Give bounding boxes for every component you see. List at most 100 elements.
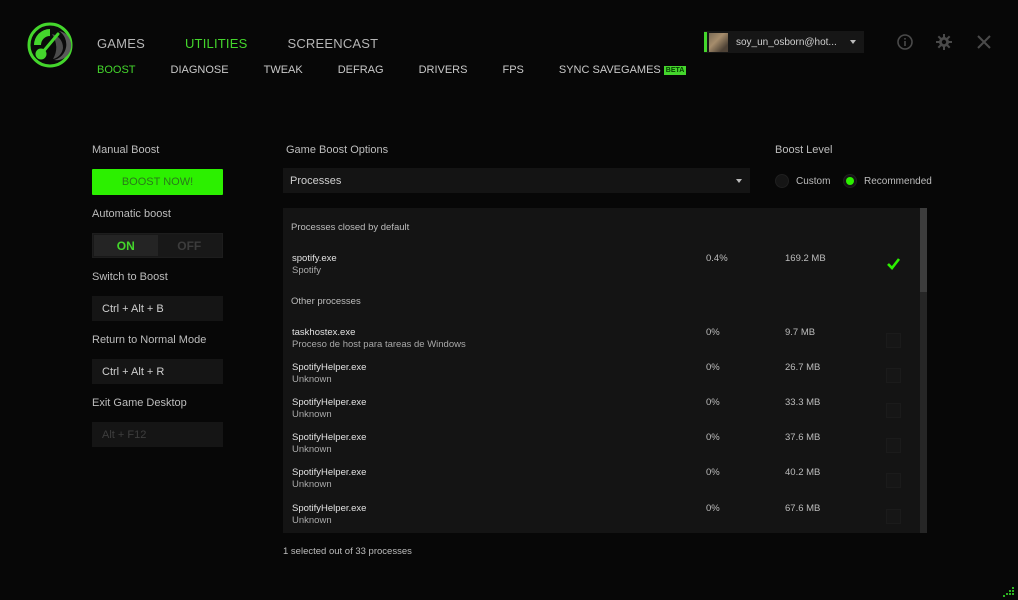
- return-normal-mode-label: Return to Normal Mode: [92, 334, 207, 346]
- subtab-boost[interactable]: BOOST: [97, 64, 136, 76]
- radio-label: Recommended: [864, 175, 932, 187]
- info-icon[interactable]: [896, 33, 914, 51]
- sub-nav: BOOST DIAGNOSE TWEAK DEFRAG DRIVERS FPS …: [97, 64, 721, 76]
- online-indicator: [704, 32, 707, 52]
- process-name: taskhostex.exe: [292, 327, 356, 338]
- process-checkbox[interactable]: [886, 473, 901, 488]
- gear-icon[interactable]: [935, 33, 953, 51]
- process-row[interactable]: SpotifyHelper.exe Unknown 0% 26.7 MB: [283, 362, 919, 394]
- subtab-label: SYNC SAVEGAMES: [558, 64, 661, 76]
- process-row[interactable]: SpotifyHelper.exe Unknown 0% 67.6 MB: [283, 503, 919, 533]
- switch-to-boost-label: Switch to Boost: [92, 271, 168, 283]
- boost-now-button[interactable]: BOOST NOW!: [92, 169, 223, 195]
- boost-level-title: Boost Level: [775, 144, 833, 156]
- process-description: Proceso de host para tareas de Windows: [292, 339, 466, 350]
- tab-games[interactable]: GAMES: [97, 36, 145, 51]
- process-memory: 37.6 MB: [785, 432, 821, 443]
- process-checkbox[interactable]: [886, 333, 901, 348]
- scrollbar-thumb[interactable]: [920, 208, 927, 292]
- process-memory: 169.2 MB: [785, 253, 826, 264]
- process-list-scrollbar[interactable]: [920, 208, 927, 533]
- process-name: SpotifyHelper.exe: [292, 397, 367, 408]
- selection-status: 1 selected out of 33 processes: [283, 546, 412, 557]
- account-dropdown[interactable]: soy_un_osborn@hot...: [704, 31, 864, 53]
- automatic-boost-label: Automatic boost: [92, 208, 171, 220]
- process-memory: 67.6 MB: [785, 503, 821, 514]
- process-checkbox[interactable]: [886, 438, 901, 453]
- tab-screencast[interactable]: SCREENCAST: [287, 36, 378, 51]
- radio-circle: [843, 174, 857, 188]
- process-cpu: 0%: [706, 362, 720, 373]
- process-row[interactable]: SpotifyHelper.exe Unknown 0% 40.2 MB: [283, 467, 919, 499]
- chevron-down-icon: [850, 40, 856, 44]
- toggle-on-option[interactable]: ON: [94, 235, 158, 256]
- checkmark-icon[interactable]: [886, 256, 901, 271]
- process-cpu: 0%: [706, 397, 720, 408]
- process-description: Unknown: [292, 409, 332, 420]
- process-cpu: 0%: [706, 432, 720, 443]
- process-description: Unknown: [292, 479, 332, 490]
- subtab-fps[interactable]: FPS: [502, 64, 523, 76]
- process-memory: 33.3 MB: [785, 397, 821, 408]
- switch-to-boost-hotkey-field[interactable]: Ctrl + Alt + B: [92, 296, 223, 321]
- beta-badge: BETA: [663, 65, 687, 75]
- subtab-diagnose[interactable]: DIAGNOSE: [171, 64, 229, 76]
- process-memory: 9.7 MB: [785, 327, 816, 338]
- process-description: Unknown: [292, 444, 332, 455]
- resize-grip-icon[interactable]: [1003, 587, 1015, 597]
- avatar: [709, 32, 728, 52]
- radio-circle: [775, 174, 789, 188]
- return-normal-mode-hotkey-field[interactable]: Ctrl + Alt + R: [92, 359, 223, 384]
- radio-label: Custom: [796, 175, 831, 187]
- process-row[interactable]: SpotifyHelper.exe Unknown 0% 33.3 MB: [283, 397, 919, 429]
- subtab-drivers[interactable]: DRIVERS: [419, 64, 468, 76]
- manual-boost-label: Manual Boost: [92, 144, 160, 156]
- process-name: SpotifyHelper.exe: [292, 432, 367, 443]
- process-row[interactable]: spotify.exe Spotify 0.4% 169.2 MB: [283, 253, 919, 285]
- process-description: Spotify: [292, 265, 322, 276]
- process-checkbox[interactable]: [886, 509, 901, 524]
- subtab-defrag[interactable]: DEFRAG: [338, 64, 384, 76]
- section-title-other: Other processes: [291, 296, 361, 307]
- subtab-label: FPS: [502, 64, 524, 76]
- subtab-label: TWEAK: [263, 64, 303, 76]
- close-icon[interactable]: [975, 33, 993, 51]
- game-boost-options-title: Game Boost Options: [286, 144, 389, 156]
- toggle-off-option[interactable]: OFF: [158, 235, 222, 256]
- boost-options-selected-value: Processes: [290, 174, 342, 187]
- subtab-label: DIAGNOSE: [170, 64, 229, 76]
- process-name: SpotifyHelper.exe: [292, 362, 367, 373]
- boost-options-select[interactable]: Processes: [283, 168, 750, 193]
- process-row[interactable]: SpotifyHelper.exe Unknown 0% 37.6 MB: [283, 432, 919, 464]
- process-cpu: 0%: [706, 503, 720, 514]
- radio-selected-dot: [846, 177, 854, 185]
- process-cpu: 0.4%: [706, 253, 728, 264]
- chevron-down-icon: [736, 179, 742, 183]
- process-list: Processes closed by default spotify.exe …: [283, 208, 927, 533]
- process-cpu: 0%: [706, 467, 720, 478]
- exit-game-desktop-label: Exit Game Desktop: [92, 397, 187, 409]
- subtab-label: BOOST: [97, 64, 136, 76]
- process-memory: 40.2 MB: [785, 467, 821, 478]
- razer-cortex-logo-icon: [27, 22, 73, 68]
- process-checkbox[interactable]: [886, 368, 901, 383]
- tab-utilities[interactable]: UTILITIES: [185, 36, 247, 51]
- process-name: SpotifyHelper.exe: [292, 467, 367, 478]
- process-row[interactable]: taskhostex.exe Proceso de host para tare…: [283, 327, 919, 359]
- exit-game-desktop-hotkey-field[interactable]: Alt + F12: [92, 422, 223, 447]
- subtab-tweak[interactable]: TWEAK: [264, 64, 303, 76]
- process-cpu: 0%: [706, 327, 720, 338]
- subtab-sync-savegames[interactable]: SYNC SAVEGAMES BETA: [558, 64, 687, 76]
- process-description: Unknown: [292, 374, 332, 385]
- subtab-label: DRIVERS: [418, 64, 468, 76]
- process-memory: 26.7 MB: [785, 362, 821, 373]
- automatic-boost-toggle: ON OFF: [92, 233, 223, 258]
- process-checkbox[interactable]: [886, 403, 901, 418]
- boost-level-recommended-radio[interactable]: Recommended: [843, 174, 932, 188]
- account-username: soy_un_osborn@hot...: [736, 36, 837, 48]
- process-name: SpotifyHelper.exe: [292, 503, 367, 514]
- section-title-default: Processes closed by default: [291, 222, 410, 233]
- boost-level-custom-radio[interactable]: Custom: [775, 174, 830, 188]
- main-nav: GAMES UTILITIES SCREENCAST: [97, 36, 418, 51]
- process-description: Unknown: [292, 515, 332, 526]
